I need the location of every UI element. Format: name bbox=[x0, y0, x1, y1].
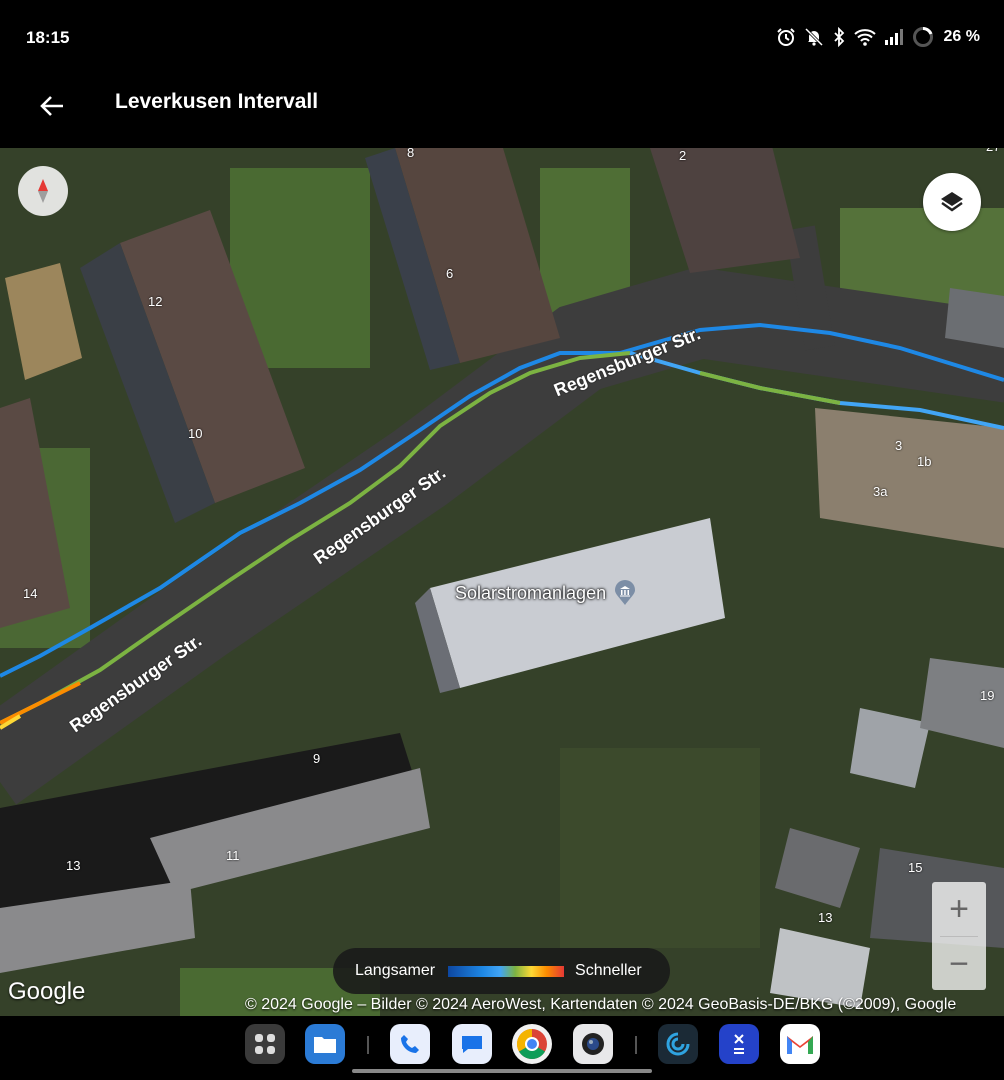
legend-faster-label: Schneller bbox=[575, 962, 642, 979]
battery-percentage: 26 % bbox=[943, 28, 980, 45]
lens-glyph bbox=[582, 1033, 604, 1055]
house-number: 15 bbox=[908, 860, 923, 875]
google-logo: Google bbox=[8, 978, 86, 1005]
folder-glyph bbox=[314, 1037, 336, 1053]
battery-icon bbox=[912, 26, 933, 47]
wifi-icon bbox=[853, 29, 876, 46]
house-number: 3 bbox=[895, 438, 903, 453]
speed-legend: Langsamer Schneller bbox=[333, 948, 670, 994]
compass-icon bbox=[38, 179, 48, 203]
phone-glyph bbox=[401, 1035, 419, 1053]
alarm-icon bbox=[776, 28, 795, 46]
zoom-in-button[interactable]: + bbox=[932, 882, 986, 936]
house-number: 14 bbox=[23, 586, 38, 601]
app-drawer-icon[interactable] bbox=[245, 1024, 285, 1064]
bluetooth-icon bbox=[833, 27, 844, 47]
phone-icon[interactable] bbox=[390, 1024, 430, 1064]
museum-pin-icon bbox=[615, 580, 636, 605]
legend-slower-label: Langsamer bbox=[355, 962, 436, 979]
gmail-glyph bbox=[787, 1036, 813, 1054]
house-number: 11 bbox=[226, 848, 240, 863]
app-bar: Leverkusen Intervall bbox=[0, 72, 1004, 148]
status-icons: 26 % bbox=[776, 26, 980, 48]
legend-color-bar bbox=[448, 965, 565, 977]
satellite-map[interactable]: Regensburger Str. Regensburger Str. Rege… bbox=[0, 148, 1004, 1016]
house-number: 13 bbox=[818, 910, 833, 925]
house-number: 12 bbox=[148, 294, 163, 309]
page-title: Leverkusen Intervall bbox=[115, 90, 319, 113]
map-copyright[interactable]: © 2024 Google – Bilder © 2024 AeroWest, … bbox=[245, 996, 1004, 1014]
house-number: 27 bbox=[986, 148, 1000, 154]
garmin-connect-icon[interactable] bbox=[658, 1024, 698, 1064]
signal-icon bbox=[884, 29, 903, 45]
layers-button[interactable] bbox=[923, 173, 981, 231]
calc-glyph bbox=[734, 1034, 744, 1054]
messages-icon[interactable] bbox=[452, 1024, 492, 1064]
gmail-icon[interactable] bbox=[780, 1024, 820, 1064]
layers-icon bbox=[941, 192, 963, 212]
house-number: 13 bbox=[66, 858, 81, 873]
dock-separator bbox=[635, 1036, 637, 1054]
files-icon[interactable] bbox=[305, 1024, 345, 1064]
house-number: 9 bbox=[313, 751, 321, 766]
house-number: 6 bbox=[446, 266, 454, 281]
zoom-out-button[interactable]: − bbox=[932, 937, 986, 991]
poi-label: Solarstromanlagen bbox=[455, 582, 607, 603]
compass-button[interactable] bbox=[18, 166, 68, 216]
garmin-glyph bbox=[666, 1032, 690, 1056]
home-indicator[interactable] bbox=[352, 1069, 652, 1073]
zoom-controls: + − bbox=[932, 882, 986, 990]
house-number: 19 bbox=[980, 688, 995, 703]
chrome-glyph bbox=[516, 1029, 547, 1060]
app-drawer-glyph bbox=[255, 1034, 275, 1054]
house-number: 10 bbox=[188, 426, 203, 441]
house-number: 3a bbox=[873, 484, 888, 499]
status-bar: 18:15 26 % bbox=[0, 0, 1004, 72]
house-number: 8 bbox=[407, 148, 415, 160]
chat-glyph bbox=[462, 1036, 482, 1053]
status-time: 18:15 bbox=[26, 28, 70, 47]
house-number: 2 bbox=[679, 148, 687, 163]
dock-separator bbox=[367, 1036, 369, 1054]
house-number: 1b bbox=[917, 454, 932, 469]
poi-solarstromanlagen[interactable]: Solarstromanlagen bbox=[455, 580, 638, 606]
camera-icon[interactable] bbox=[573, 1024, 613, 1064]
chrome-icon[interactable] bbox=[512, 1024, 552, 1064]
back-button[interactable] bbox=[30, 84, 74, 128]
notifications-off-icon bbox=[804, 27, 823, 47]
arrow-left-icon bbox=[40, 96, 63, 116]
calculator-icon[interactable] bbox=[719, 1024, 759, 1064]
